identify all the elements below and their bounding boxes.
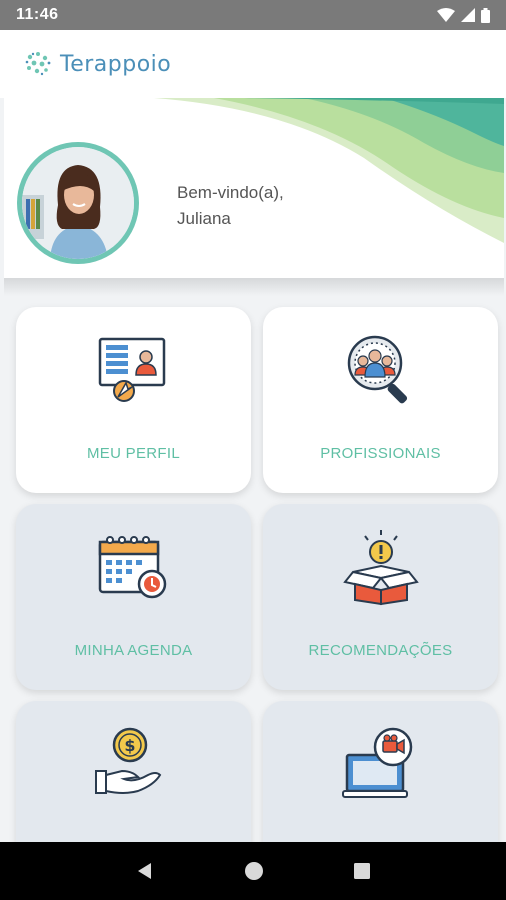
- payment-hand-icon: $: [94, 727, 161, 794]
- menu-card-profissionais[interactable]: PROFISSIONAIS: [263, 307, 498, 493]
- menu-card-meu-perfil[interactable]: MEU PERFIL: [16, 307, 251, 493]
- terappoio-logo-icon: [25, 52, 51, 76]
- welcome-header: Bem-vindo(a), Juliana: [4, 98, 504, 278]
- avatar[interactable]: [17, 142, 139, 264]
- menu-card-label: RECOMENDAÇÕES: [308, 642, 453, 659]
- video-call-icon: [341, 727, 412, 798]
- system-nav-bar: [0, 842, 506, 900]
- status-icons: [437, 7, 490, 23]
- home-icon[interactable]: [244, 861, 264, 881]
- menu-card-minha-agenda[interactable]: MINHA AGENDA: [16, 504, 251, 690]
- recommendation-box-icon: [342, 530, 419, 606]
- signal-icon: [461, 8, 475, 22]
- menu-card-label: MEU PERFIL: [86, 445, 180, 462]
- professionals-search-icon: [347, 335, 407, 404]
- svg-text:$: $: [124, 736, 135, 755]
- wifi-icon: [437, 8, 455, 22]
- calendar-icon: [98, 536, 166, 599]
- battery-icon: [481, 7, 490, 23]
- status-bar: 11:46: [0, 0, 506, 30]
- menu-card-recomendacoes[interactable]: RECOMENDAÇÕES: [263, 504, 498, 690]
- recents-icon[interactable]: [353, 862, 371, 880]
- header-shadow: [4, 278, 504, 296]
- user-name: Juliana: [177, 209, 231, 228]
- greeting-label: Bem-vindo(a),: [177, 183, 284, 202]
- welcome-text: Bem-vindo(a), Juliana: [177, 180, 284, 232]
- app-bar: Terappoio: [0, 30, 506, 98]
- status-time: 11:46: [16, 6, 59, 23]
- user-photo: [22, 147, 134, 259]
- profile-board-icon: [98, 337, 165, 402]
- menu-card-label: MINHA AGENDA: [74, 642, 193, 659]
- menu-card-label: PROFISSIONAIS: [320, 445, 441, 462]
- back-icon[interactable]: [135, 861, 155, 881]
- app-title: Terappoio: [60, 51, 172, 77]
